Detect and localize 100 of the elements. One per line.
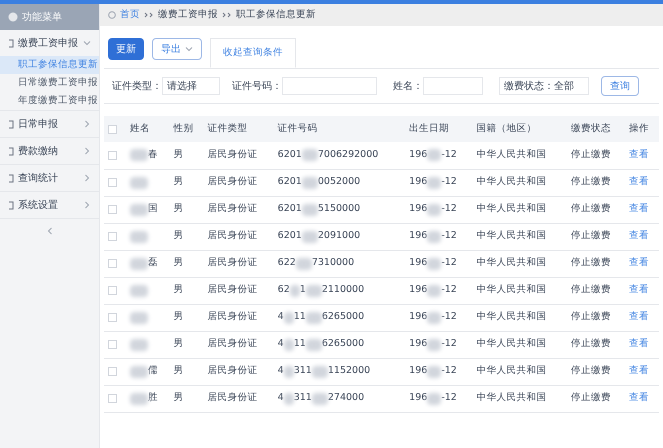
- export-button[interactable]: 导出: [152, 38, 202, 60]
- table-cell: 男: [170, 277, 204, 304]
- table-cell-text: 196: [409, 175, 428, 190]
- table-cell-text: 62: [278, 283, 290, 298]
- query-button[interactable]: 查询: [601, 76, 639, 96]
- table-cell-text: 胜: [148, 391, 158, 406]
- table-cell: 停止缴费: [566, 358, 626, 385]
- table-cell-text: 4: [278, 310, 284, 324]
- table-cell-text: 196: [409, 283, 428, 298]
- table-cell-text: -12: [441, 256, 457, 270]
- filter-label: 证件号码：: [232, 80, 282, 94]
- table-cell-text: 6265000: [322, 337, 364, 352]
- table-cell: 6201: [278, 148, 302, 162]
- table-cell-text: -12: [441, 175, 457, 190]
- table-cell: 中华人民共和国: [472, 223, 567, 250]
- table-cell-text: 196: [409, 202, 428, 216]
- table-cell-text: -12: [441, 337, 457, 352]
- table-cell-text: 磊: [148, 256, 158, 270]
- table-cell: 居民身份证: [203, 331, 274, 358]
- menu-group-label: 费款缴纳: [18, 144, 58, 158]
- table-cell-text: 196: [409, 337, 428, 352]
- table-cell: 居民身份证: [203, 277, 274, 304]
- table-cell: 7006292000: [318, 148, 378, 162]
- table-cell-text: 196: [409, 391, 428, 406]
- table-cell: 停止缴费: [566, 142, 626, 169]
- table-cell-text: 0052000: [318, 175, 360, 190]
- id-type-select[interactable]: 请选择: [162, 77, 220, 95]
- table-cell: 男: [170, 250, 204, 277]
- menu-group[interactable]: 缴费工资申报: [0, 30, 99, 56]
- menu-group-label: 系统设置: [18, 198, 58, 212]
- view-link[interactable]: 查看: [629, 203, 650, 214]
- table-cell-text: 311: [294, 364, 312, 378]
- table-cell: 居民身份证: [203, 304, 274, 331]
- collapse-filter-tab[interactable]: 收起查询条件: [210, 38, 296, 68]
- view-link[interactable]: 查看: [629, 257, 650, 268]
- view-link[interactable]: 查看: [629, 392, 650, 404]
- table-cell-text: 4: [278, 391, 284, 406]
- table-cell: 居民身份证: [203, 223, 274, 250]
- table-cell-text: -12: [441, 310, 457, 324]
- table-cell-text: -12: [441, 229, 457, 244]
- table-cell-text: 6201: [278, 202, 302, 216]
- table-cell: 停止缴费: [566, 304, 626, 331]
- menu-group-label: 查询统计: [18, 172, 58, 186]
- table-cell-text: 311: [294, 391, 312, 406]
- table-cell-text: 2091000: [318, 229, 360, 244]
- column-header: 出生日期: [405, 116, 473, 142]
- column-header: 缴费状态: [566, 116, 626, 142]
- table-cell-text: -12: [441, 364, 457, 378]
- table-cell: 中华人民共和国: [472, 277, 567, 304]
- menu-item[interactable]: 职工参保信息更新: [0, 56, 99, 74]
- table-cell-text: 2110000: [322, 283, 364, 298]
- table-cell: 中华人民共和国: [472, 358, 567, 385]
- table-cell: 停止缴费: [566, 277, 626, 304]
- table-cell: 男: [170, 385, 204, 412]
- table-cell: -12: [441, 148, 457, 162]
- table-cell-text: 4: [278, 337, 284, 352]
- view-link[interactable]: 查看: [629, 230, 650, 242]
- table-cell: 停止缴费: [566, 331, 626, 358]
- table-cell: 中华人民共和国: [472, 196, 567, 223]
- table-cell: 男: [170, 142, 204, 169]
- filter-label: 证件类型：: [112, 80, 162, 94]
- view-link[interactable]: 查看: [629, 149, 650, 160]
- table-cell: 男: [170, 223, 204, 250]
- table-cell: 中华人民共和国: [472, 142, 567, 169]
- table-cell-text: 7310000: [312, 256, 354, 270]
- table-cell: 男: [170, 304, 204, 331]
- view-link[interactable]: 查看: [629, 311, 650, 322]
- table-cell-text: 196: [409, 256, 428, 270]
- menu-item[interactable]: 年度缴费工资申报: [0, 92, 99, 110]
- breadcrumb-link[interactable]: 首页: [120, 8, 140, 22]
- view-link[interactable]: 查看: [629, 284, 650, 296]
- table-cell-text: 1: [300, 283, 306, 298]
- view-link[interactable]: 查看: [629, 176, 650, 188]
- table-cell-text: -12: [441, 283, 457, 298]
- menu-group[interactable]: 查询统计: [0, 165, 99, 191]
- table-cell-text: 11: [294, 337, 306, 352]
- update-button[interactable]: 更新: [108, 38, 144, 60]
- filter-label: 姓名：: [393, 80, 423, 94]
- table-cell-text: 622: [278, 256, 296, 270]
- menu-group-label: 缴费工资申报: [18, 36, 78, 50]
- column-header: 操作: [625, 116, 659, 142]
- table-cell: 停止缴费: [566, 169, 626, 196]
- table-cell-text: 196: [409, 310, 428, 324]
- table-cell-text: 196: [409, 229, 428, 244]
- view-link[interactable]: 查看: [629, 365, 650, 376]
- menu-item[interactable]: 日常缴费工资申报: [0, 74, 99, 92]
- table-cell-text: -12: [441, 391, 457, 406]
- table-cell: 中华人民共和国: [472, 169, 567, 196]
- menu-group[interactable]: 系统设置: [0, 192, 99, 218]
- table-cell: 中华人民共和国: [472, 304, 567, 331]
- table-cell: 中华人民共和国: [472, 385, 567, 412]
- menu-group[interactable]: 日常申报: [0, 111, 99, 137]
- table-cell: 男: [170, 331, 204, 358]
- menu-group[interactable]: 费款缴纳: [0, 138, 99, 164]
- table-cell-text: 11: [294, 310, 306, 324]
- status-select[interactable]: 缴费状态：全部: [499, 77, 589, 95]
- view-link[interactable]: 查看: [629, 338, 650, 350]
- table-cell: 停止缴费: [566, 250, 626, 277]
- table-cell: 居民身份证: [203, 169, 274, 196]
- table-cell-text: 6201: [278, 175, 302, 190]
